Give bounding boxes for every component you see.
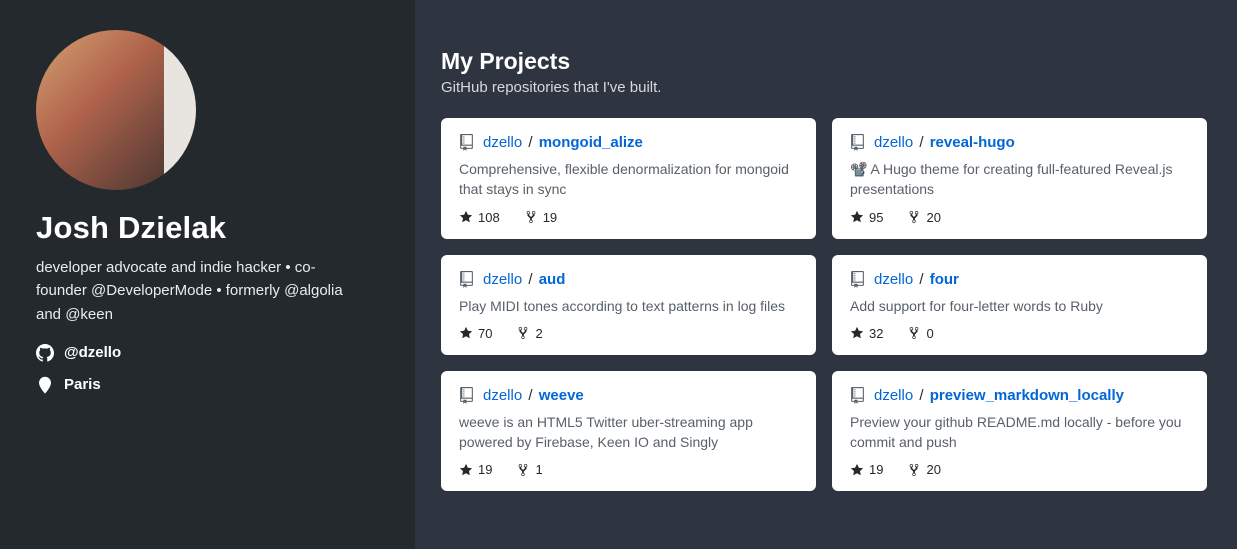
repo-name[interactable]: four	[930, 271, 959, 288]
repo-name[interactable]: reveal-hugo	[930, 134, 1015, 151]
repo-stats: 95 20	[850, 210, 1189, 225]
forks-count: 20	[926, 462, 940, 477]
fork-icon	[907, 326, 921, 340]
stars-count: 32	[869, 326, 883, 341]
fork-icon	[516, 326, 530, 340]
forks-stat: 20	[907, 210, 940, 225]
slash: /	[913, 134, 930, 151]
fork-icon	[907, 463, 921, 477]
forks-count: 20	[926, 210, 940, 225]
project-card[interactable]: dzello / aud Play MIDI tones according to…	[441, 255, 816, 355]
github-handle: @dzello	[64, 344, 121, 361]
repo-icon	[850, 271, 865, 288]
stars-stat: 32	[850, 326, 883, 341]
star-icon	[850, 326, 864, 340]
fork-icon	[524, 210, 538, 224]
profile-bio: developer advocate and indie hacker • co…	[36, 256, 366, 326]
card-title: dzello / mongoid_alize	[459, 134, 798, 151]
repo-description: Play MIDI tones according to text patter…	[459, 296, 798, 316]
section-subtitle: GitHub repositories that I've built.	[441, 79, 1207, 96]
repo-name[interactable]: mongoid_alize	[539, 134, 643, 151]
repo-icon	[459, 387, 474, 404]
github-icon	[36, 344, 54, 362]
avatar	[36, 30, 196, 190]
slash: /	[522, 387, 539, 404]
forks-count: 2	[535, 326, 542, 341]
profile-sidebar: Josh Dzielak developer advocate and indi…	[0, 0, 415, 549]
stars-count: 19	[869, 462, 883, 477]
github-link[interactable]: @dzello	[36, 344, 379, 362]
repo-icon	[459, 134, 474, 151]
location-text: Paris	[64, 376, 101, 393]
repo-name[interactable]: aud	[539, 271, 566, 288]
location-row: Paris	[36, 376, 379, 394]
star-icon	[459, 463, 473, 477]
repo-stats: 19 1	[459, 462, 798, 477]
card-title: dzello / aud	[459, 271, 798, 288]
forks-stat: 0	[907, 326, 933, 341]
repo-name[interactable]: weeve	[539, 387, 584, 404]
slash: /	[522, 134, 539, 151]
fork-icon	[516, 463, 530, 477]
stars-count: 95	[869, 210, 883, 225]
card-title: dzello / preview_markdown_locally	[850, 387, 1189, 404]
repo-icon	[459, 271, 474, 288]
repo-stats: 108 19	[459, 210, 798, 225]
stars-count: 70	[478, 326, 492, 341]
star-icon	[459, 326, 473, 340]
main-content: My Projects GitHub repositories that I'v…	[415, 0, 1237, 549]
repo-stats: 1920	[850, 462, 1189, 477]
forks-count: 1	[535, 462, 542, 477]
card-title: dzello / weeve	[459, 387, 798, 404]
stars-count: 108	[478, 210, 500, 225]
stars-count: 19	[478, 462, 492, 477]
star-icon	[850, 463, 864, 477]
project-card[interactable]: dzello / preview_markdown_locally Preview…	[832, 371, 1207, 492]
star-icon	[459, 210, 473, 224]
repo-name[interactable]: preview_markdown_locally	[930, 387, 1124, 404]
repo-description: Preview your github README.md locally - …	[850, 412, 1189, 453]
repo-stats: 70 2	[459, 326, 798, 341]
repo-description: Comprehensive, flexible denormalization …	[459, 159, 798, 200]
project-card[interactable]: dzello / mongoid_alize Comprehensive, fle…	[441, 118, 816, 239]
slash: /	[913, 387, 930, 404]
repo-stats: 32 0	[850, 326, 1189, 341]
stars-stat: 19	[459, 462, 492, 477]
slash: /	[522, 271, 539, 288]
repo-icon	[850, 387, 865, 404]
project-card[interactable]: dzello / four Add support for four-letter…	[832, 255, 1207, 355]
project-card[interactable]: dzello / reveal-hugo 📽️ A Hugo theme for …	[832, 118, 1207, 239]
repo-description: 📽️ A Hugo theme for creating full-featur…	[850, 159, 1189, 200]
repo-owner[interactable]: dzello	[874, 387, 913, 404]
repo-owner[interactable]: dzello	[874, 271, 913, 288]
card-title: dzello / four	[850, 271, 1189, 288]
fork-icon	[907, 210, 921, 224]
repo-owner[interactable]: dzello	[483, 134, 522, 151]
stars-stat: 70	[459, 326, 492, 341]
star-icon	[850, 210, 864, 224]
forks-stat: 2	[516, 326, 542, 341]
repo-icon	[850, 134, 865, 151]
projects-grid: dzello / mongoid_alize Comprehensive, fle…	[441, 118, 1207, 491]
stars-stat: 95	[850, 210, 883, 225]
repo-description: Add support for four-letter words to Rub…	[850, 296, 1189, 316]
stars-stat: 108	[459, 210, 500, 225]
card-title: dzello / reveal-hugo	[850, 134, 1189, 151]
repo-description: weeve is an HTML5 Twitter uber-streaming…	[459, 412, 798, 453]
forks-stat: 19	[524, 210, 557, 225]
slash: /	[913, 271, 930, 288]
forks-count: 0	[926, 326, 933, 341]
section-title: My Projects	[441, 48, 1207, 75]
profile-name: Josh Dzielak	[36, 210, 379, 246]
project-card[interactable]: dzello / weeve weeve is an HTML5 Twitter …	[441, 371, 816, 492]
repo-owner[interactable]: dzello	[874, 134, 913, 151]
repo-owner[interactable]: dzello	[483, 271, 522, 288]
stars-stat: 19	[850, 462, 883, 477]
forks-stat: 20	[907, 462, 940, 477]
forks-stat: 1	[516, 462, 542, 477]
repo-owner[interactable]: dzello	[483, 387, 522, 404]
forks-count: 19	[543, 210, 557, 225]
location-icon	[36, 376, 54, 394]
